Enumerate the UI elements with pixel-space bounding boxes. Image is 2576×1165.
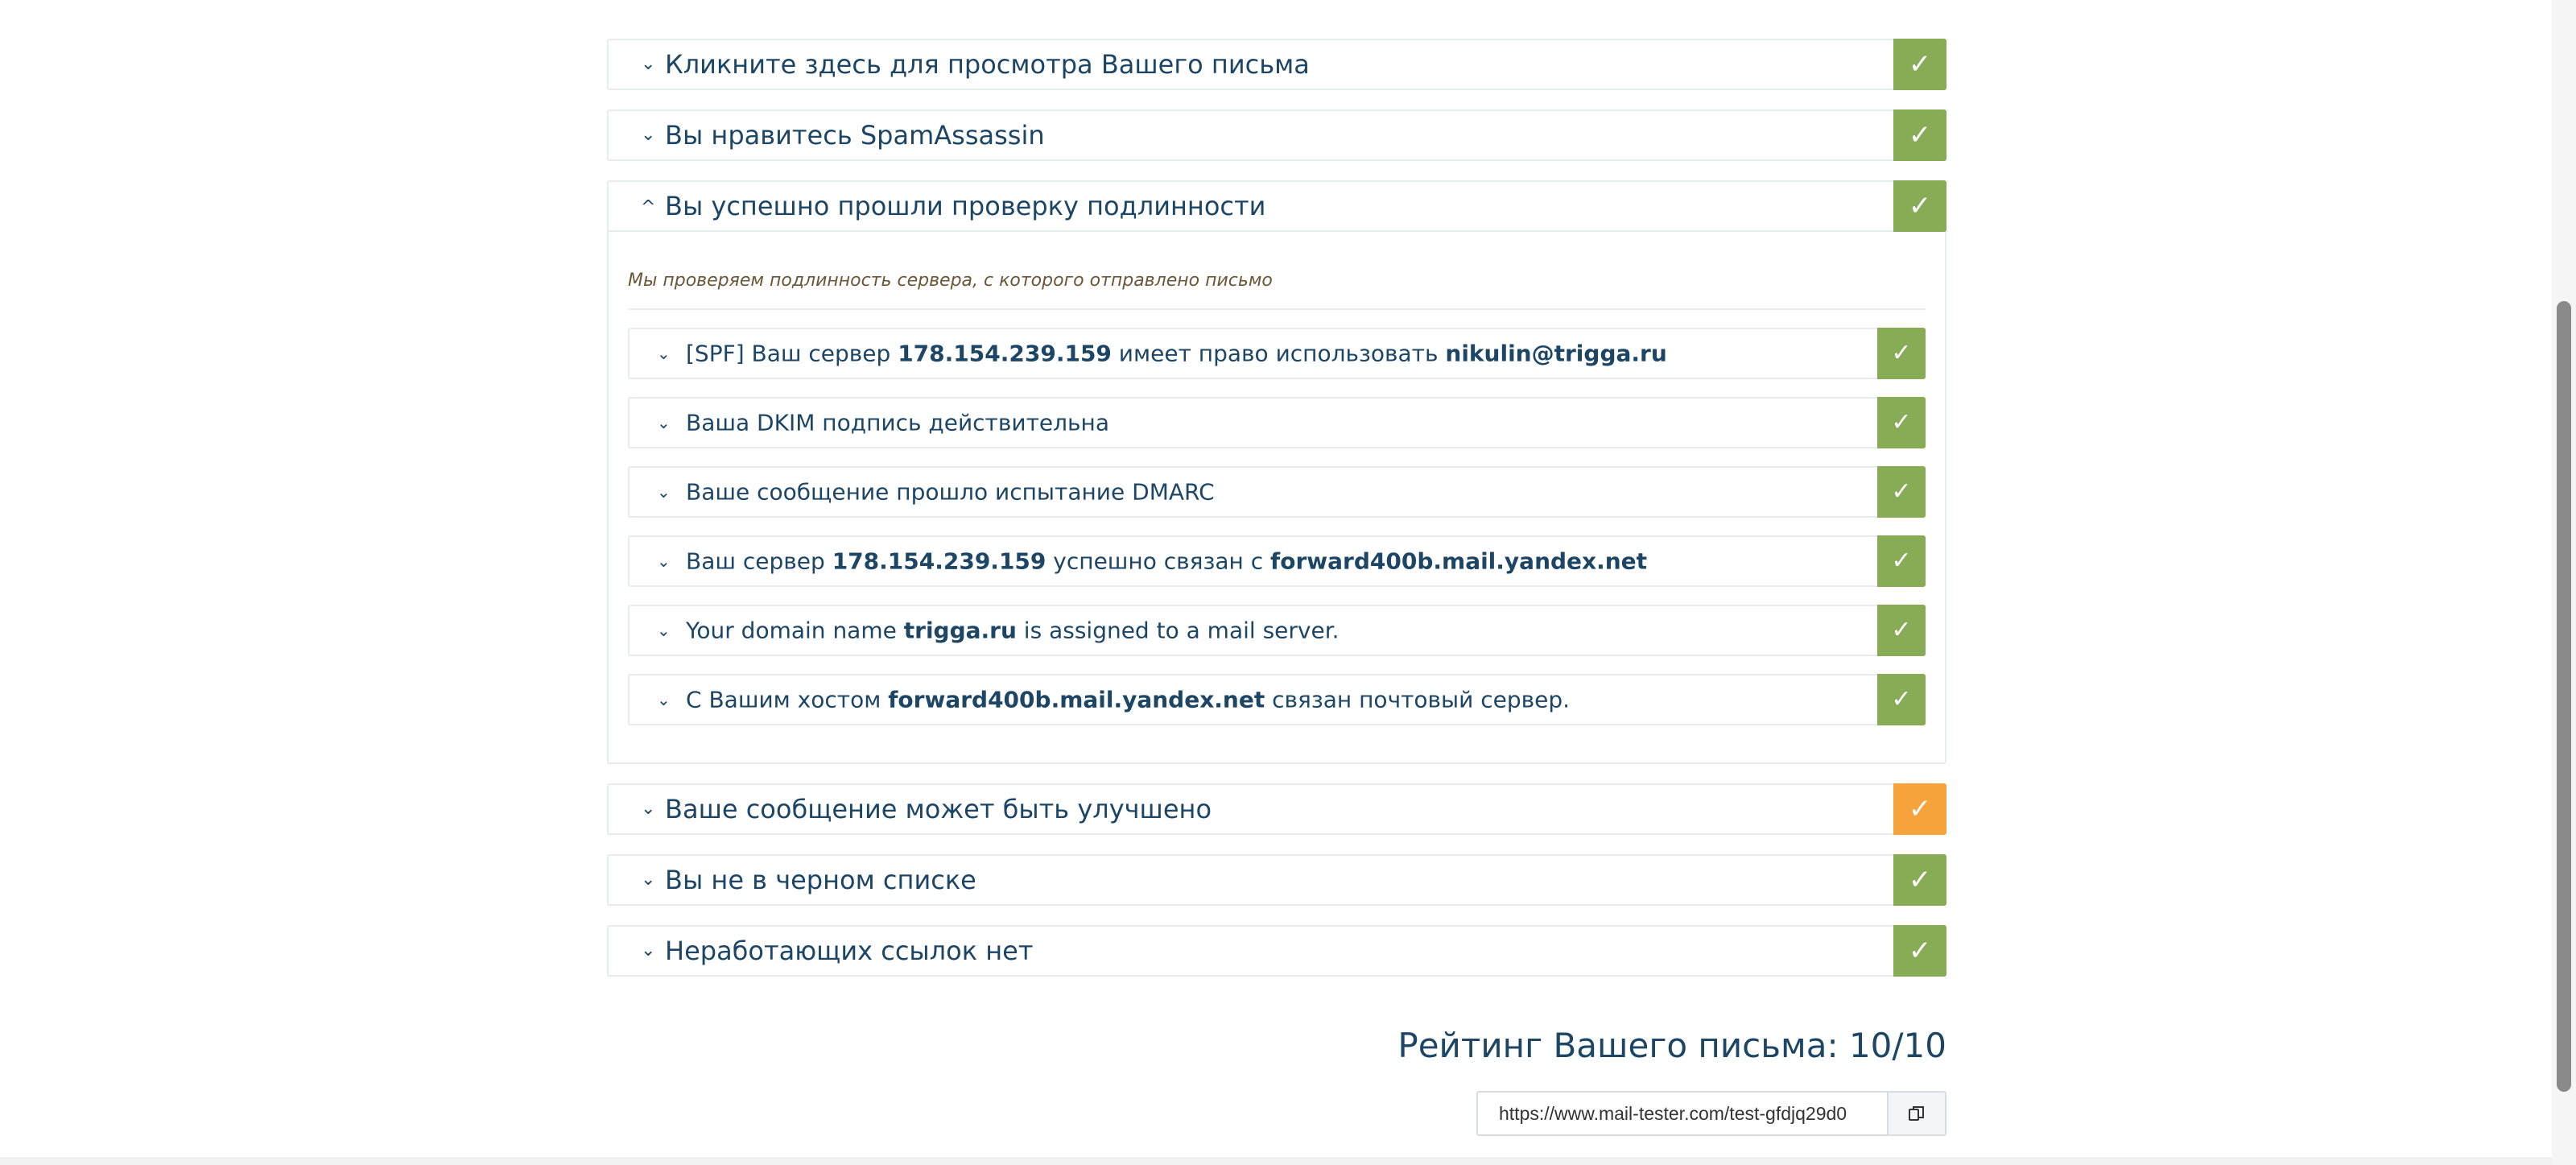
copy-icon [1909, 1106, 1924, 1121]
scrollbar-thumb[interactable] [2557, 301, 2571, 1092]
share-url-input[interactable] [1478, 1093, 1887, 1134]
copy-button[interactable] [1887, 1093, 1945, 1134]
email-rating: Рейтинг Вашего письма: 10/10 [1397, 1026, 1946, 1065]
share-url-group [1476, 1091, 1946, 1136]
footer-area: Рейтинг Вашего письма: 10/10 [607, 0, 1946, 1165]
vertical-scrollbar[interactable] [2552, 0, 2576, 1165]
page-footer-strip [0, 1157, 2576, 1165]
